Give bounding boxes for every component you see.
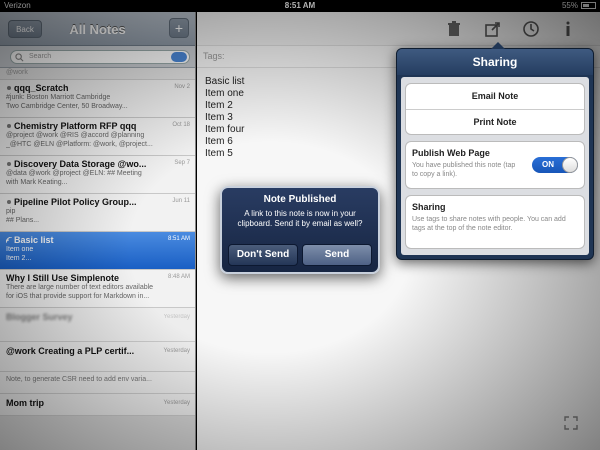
note-preview: ## Plans... xyxy=(6,217,40,224)
list-item-selected[interactable]: Basic list 8:51 AM Item one Item 2... xyxy=(0,232,195,270)
list-item[interactable]: Why I Still Use Simplenote 8:48 AM There… xyxy=(0,270,195,308)
note-published-alert: Note Published A link to this note is no… xyxy=(220,186,380,274)
print-note-button[interactable]: Print Note xyxy=(406,109,584,134)
send-button[interactable]: Send xyxy=(302,244,372,266)
tag-filter-icon[interactable] xyxy=(171,52,187,62)
sharing-info-group: Sharing Use tags to share notes with peo… xyxy=(405,195,585,249)
share-actions-group: Email Note Print Note xyxy=(405,83,585,135)
publish-label: Publish Web Page xyxy=(412,148,490,158)
battery-percent: 55% xyxy=(561,1,578,10)
note-title-text: Discovery Data Storage @wo... xyxy=(14,159,147,169)
publish-description[interactable]: You have published this note (tap to cop… xyxy=(412,161,522,179)
note-preview: for iOS that provide support for Markdow… xyxy=(6,293,150,300)
note-date: Yesterday xyxy=(163,400,190,406)
trash-icon[interactable] xyxy=(445,20,463,38)
note-date: Jun 11 xyxy=(172,198,190,204)
search-placeholder: Search xyxy=(29,53,52,60)
note-title: Chemistry Platform RFP qqq xyxy=(6,121,190,131)
note-date: 8:51 AM xyxy=(167,236,190,242)
publish-toggle[interactable]: ON xyxy=(532,157,578,173)
note-preview: _@HTC @ELN @Platform: @work, @project... xyxy=(6,141,153,148)
list-item[interactable]: Chemistry Platform RFP qqq Oct 18 @proje… xyxy=(0,118,195,156)
popover-title: Sharing xyxy=(397,49,593,75)
sharing-info-label: Sharing xyxy=(412,202,446,212)
note-preview: There are large number of text editors a… xyxy=(6,284,154,291)
note-preview: Item 2... xyxy=(6,255,32,262)
note-date: Yesterday xyxy=(163,348,190,354)
toggle-knob xyxy=(562,157,578,173)
sidebar-title: All Notes xyxy=(69,22,126,37)
battery-icon xyxy=(581,2,596,9)
toggle-label: ON xyxy=(542,160,554,169)
note-title: Blogger Survey xyxy=(6,312,73,322)
note-title-text: Chemistry Platform RFP qqq xyxy=(14,121,137,131)
list-item[interactable]: @work Creating a PLP certif... Yesterday xyxy=(0,342,195,372)
search-input[interactable]: Search xyxy=(10,50,190,64)
editor-toolbar xyxy=(197,12,600,46)
popover-body: Email Note Print Note Publish Web Page Y… xyxy=(401,77,589,255)
clock: 8:51 AM xyxy=(284,1,316,10)
publish-group: Publish Web Page You have published this… xyxy=(405,141,585,189)
status-bar: Verizon 8:51 AM 55% xyxy=(0,0,600,12)
note-preview: pip xyxy=(6,208,16,215)
popover-arrow xyxy=(491,42,505,49)
note-title: Mom trip xyxy=(6,398,44,408)
note-preview: @data @work @project @ELN: ## Meeting xyxy=(6,170,142,177)
note-date: Oct 18 xyxy=(172,122,190,128)
list-item[interactable]: Blogger Survey Yesterday xyxy=(0,308,195,342)
alert-title: Note Published xyxy=(263,194,337,205)
list-item[interactable]: Pipeline Pilot Policy Group... Jun 11 pi… xyxy=(0,194,195,232)
sidebar-nav-bar: Back All Notes + xyxy=(0,12,195,46)
note-preview: @work xyxy=(6,69,28,76)
note-date: 8:48 AM xyxy=(167,274,190,280)
note-list: @work qqq_Scratch Nov 2 #junk: Boston Ma… xyxy=(0,68,195,416)
alert-buttons: Don't Send Send xyxy=(228,244,372,266)
note-preview: Two Cambridge Center, 50 Broadway... xyxy=(6,103,128,110)
note-preview: @project @work @RIS @accord @planning xyxy=(6,132,145,139)
sharing-info-description: Use tags to share notes with people. You… xyxy=(412,216,566,232)
pin-icon xyxy=(7,200,11,204)
notes-sidebar: Back All Notes + Search @work qqq_Scratc… xyxy=(0,12,196,450)
list-item[interactable]: Mom trip Yesterday xyxy=(0,394,195,416)
tags-label: Tags: xyxy=(203,51,225,61)
pin-icon xyxy=(7,124,11,128)
share-icon[interactable] xyxy=(484,20,502,38)
sharing-popover: Sharing Email Note Print Note Publish We… xyxy=(396,42,594,260)
note-title: qqq_Scratch xyxy=(6,83,190,93)
dont-send-button[interactable]: Don't Send xyxy=(228,244,298,266)
note-title-text: Pipeline Pilot Policy Group... xyxy=(14,197,137,207)
search-icon xyxy=(15,53,24,62)
note-title: Pipeline Pilot Policy Group... xyxy=(6,197,190,207)
note-title-text: Basic list xyxy=(14,235,54,245)
fullscreen-icon[interactable] xyxy=(564,416,578,430)
published-icon xyxy=(6,237,12,243)
note-preview: Note, to generate CSR need to add env va… xyxy=(6,376,152,383)
search-bar: Search xyxy=(0,46,195,68)
note-date: Nov 2 xyxy=(174,84,190,90)
note-title: Why I Still Use Simplenote xyxy=(6,273,120,283)
list-item[interactable]: Discovery Data Storage @wo... Sep 7 @dat… xyxy=(0,156,195,194)
note-title: Basic list xyxy=(6,235,190,245)
note-date: Sep 7 xyxy=(174,160,190,166)
email-note-button[interactable]: Email Note xyxy=(406,84,584,109)
note-title: @work Creating a PLP certif... xyxy=(6,346,135,356)
note-date: Yesterday xyxy=(163,314,190,320)
list-item[interactable]: qqq_Scratch Nov 2 #junk: Boston Marriott… xyxy=(0,80,195,118)
note-title-text: qqq_Scratch xyxy=(14,83,69,93)
add-note-button[interactable]: + xyxy=(169,18,189,38)
list-item[interactable]: Note, to generate CSR need to add env va… xyxy=(0,372,195,394)
pin-icon xyxy=(7,86,11,90)
note-preview: Item one xyxy=(6,246,34,253)
alert-message: A link to this note is now in your clipb… xyxy=(237,209,363,228)
list-item[interactable]: @work xyxy=(0,68,195,80)
note-title: Discovery Data Storage @wo... xyxy=(6,159,190,169)
note-preview: with Mark Keating... xyxy=(6,179,68,186)
pin-icon xyxy=(7,162,11,166)
clock-icon[interactable] xyxy=(522,20,540,38)
note-preview: #junk: Boston Marriott Cambridge xyxy=(6,94,111,101)
info-icon[interactable] xyxy=(559,20,577,38)
